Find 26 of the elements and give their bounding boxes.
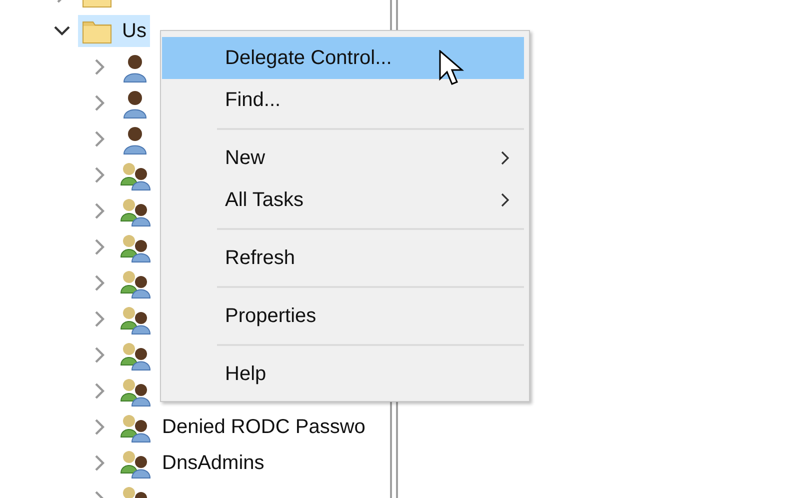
tree-item[interactable]: DnsAdmins — [116, 447, 268, 479]
menu-item[interactable]: New — [162, 137, 524, 179]
chevron-right-icon[interactable] — [94, 130, 106, 148]
chevron-right-icon[interactable] — [94, 202, 106, 220]
chevron-right-icon[interactable] — [94, 166, 106, 184]
tree-item[interactable]: Us — [78, 15, 150, 47]
chevron-right-icon[interactable] — [94, 58, 106, 76]
tree-item-label: DnsAdmins — [162, 451, 264, 476]
menu-item[interactable]: Find... — [162, 79, 524, 121]
chevron-right-icon[interactable] — [94, 454, 106, 472]
menu-item[interactable]: Help — [162, 353, 524, 395]
tree-item[interactable]: Denied RODC Passwo — [116, 411, 370, 443]
chevron-right-icon[interactable] — [94, 382, 106, 400]
chevron-right-icon[interactable] — [94, 418, 106, 436]
tree-item-label: Denied RODC Passwo — [162, 415, 366, 440]
chevron-right-icon[interactable] — [94, 310, 106, 328]
menu-item[interactable]: Properties — [162, 295, 524, 337]
menu-item[interactable]: Delegate Control... — [162, 37, 524, 79]
chevron-right-icon[interactable] — [94, 274, 106, 292]
chevron-right-icon[interactable] — [94, 346, 106, 364]
menu-item[interactable]: Refresh — [162, 237, 524, 279]
tree-item-label: Us — [122, 19, 146, 44]
chevron-right-icon[interactable] — [94, 94, 106, 112]
chevron-down-icon[interactable] — [53, 25, 71, 37]
chevron-right-icon[interactable] — [94, 238, 106, 256]
menu-item[interactable]: All Tasks — [162, 179, 524, 221]
